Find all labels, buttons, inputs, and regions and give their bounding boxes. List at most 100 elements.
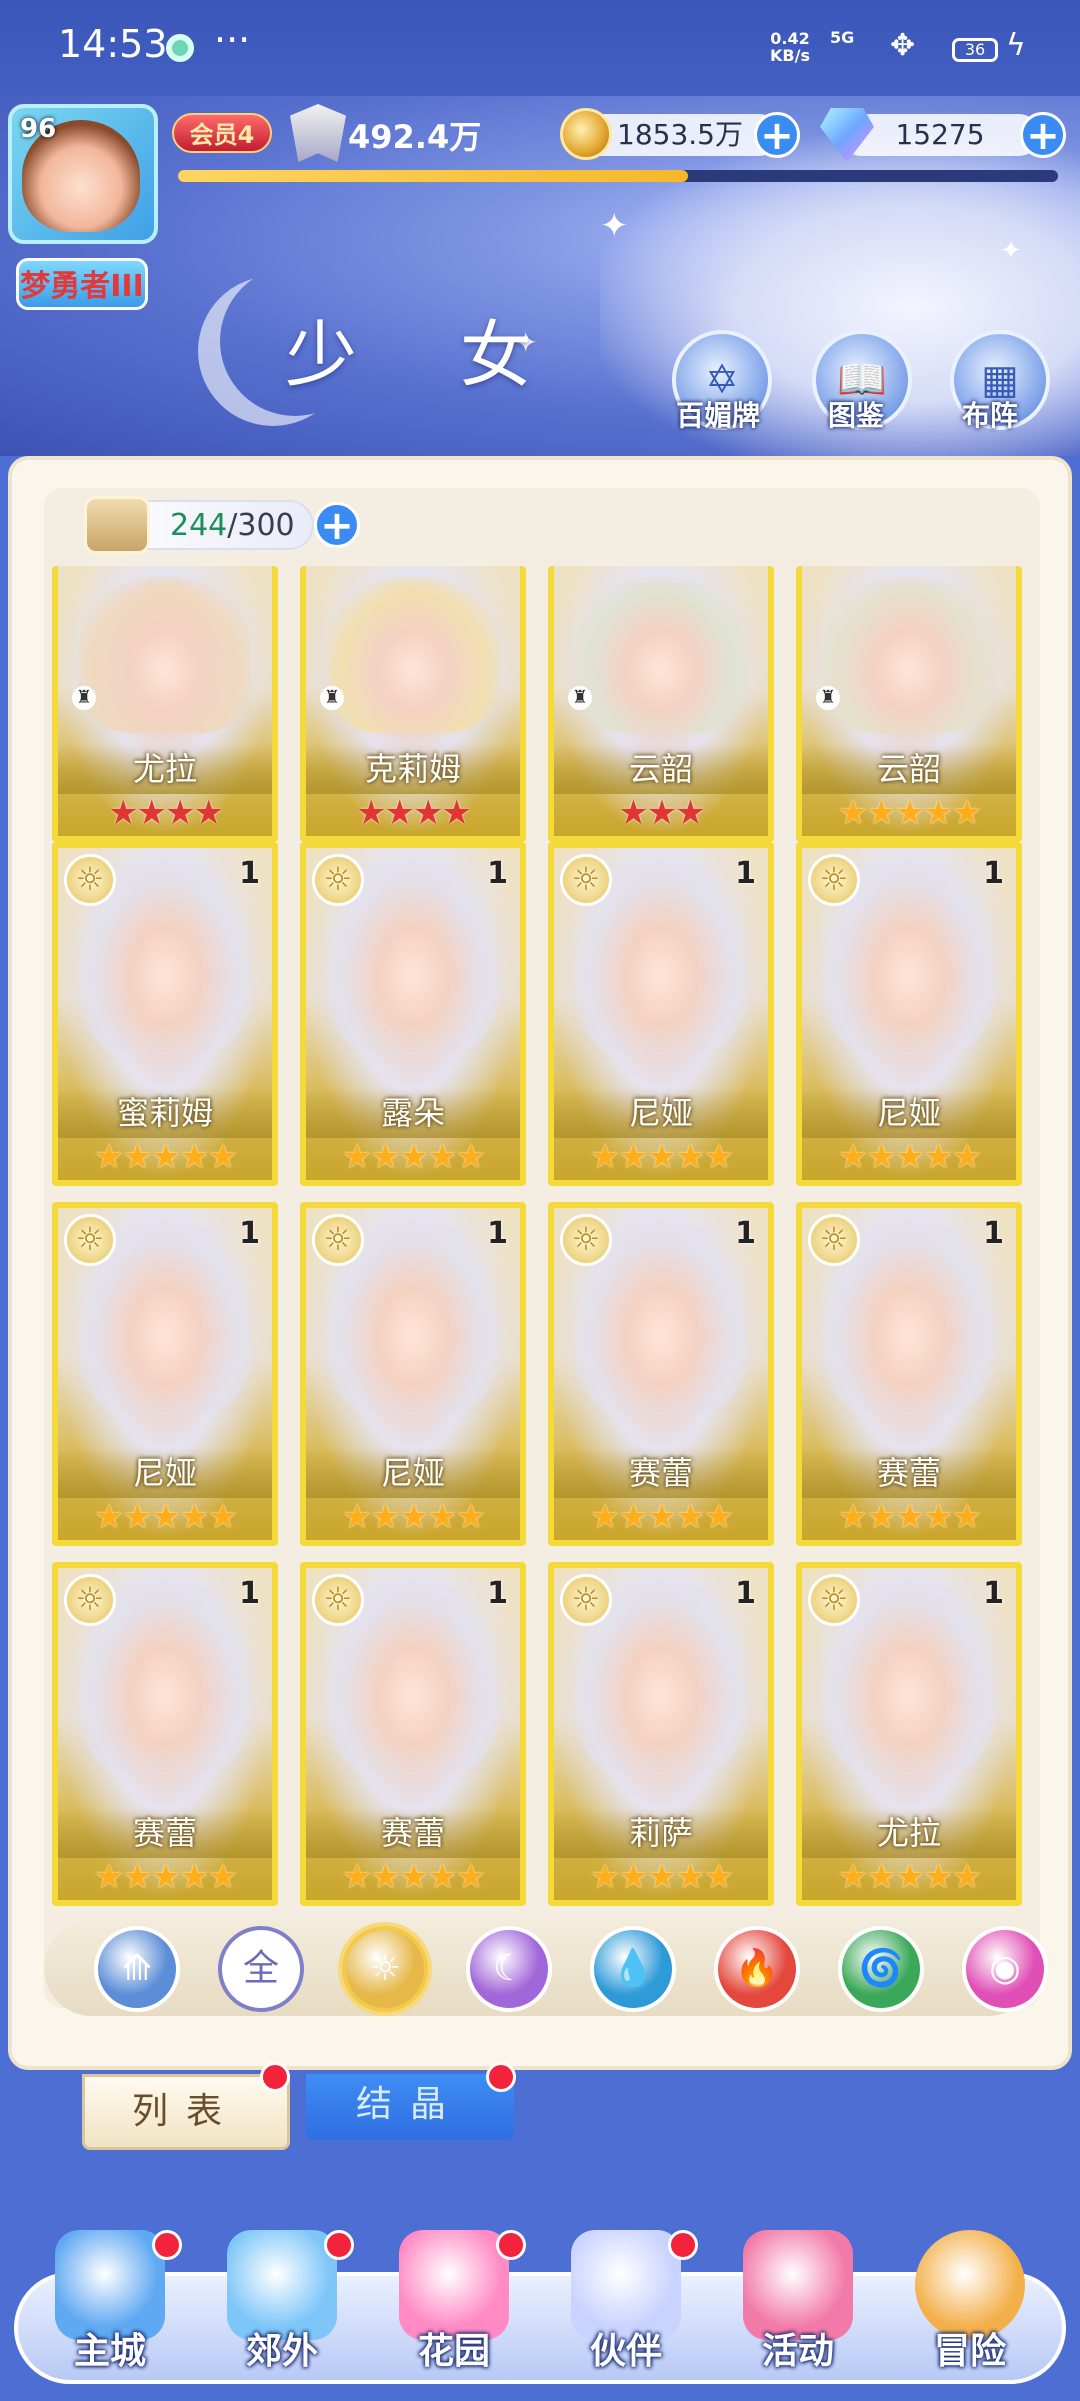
card-name: 赛蕾 xyxy=(58,1808,272,1858)
water-icon: 💧 xyxy=(610,1948,656,1989)
sparkle-icon: ✦ xyxy=(1000,236,1022,266)
status-time: 14:53 xyxy=(58,22,168,66)
character-art xyxy=(823,576,995,734)
partner-card[interactable]: ☼ 1 蜜莉姆 ★★★★★ xyxy=(52,842,278,1186)
partner-card[interactable]: ☼ 1 赛蕾 ★★★★★ xyxy=(548,1202,774,1546)
star-rating: ★★★★★ xyxy=(93,1137,238,1177)
nature-icon: 🌀 xyxy=(858,1948,904,1989)
character-art xyxy=(327,576,499,734)
nav-item-4[interactable]: 活动 xyxy=(718,2230,868,2390)
light-element-icon: ☼ xyxy=(808,1574,860,1626)
star-rating: ★★★★★ xyxy=(341,1857,486,1897)
light-element-icon: ☼ xyxy=(808,1214,860,1266)
star-rating: ★★★★★ xyxy=(837,1857,982,1897)
star-rating: ★★★ xyxy=(618,793,705,833)
inventory-max: /300 xyxy=(227,508,295,543)
card-name: 云韶 xyxy=(554,744,768,794)
card-count: 1 xyxy=(239,856,260,891)
card-count: 1 xyxy=(487,1216,508,1251)
card-count: 1 xyxy=(735,1576,756,1611)
coin-icon xyxy=(560,108,612,160)
nav-label: 郊外 xyxy=(245,2331,318,2372)
card-name: 尤拉 xyxy=(802,1808,1016,1858)
card-name: 克莉姆 xyxy=(306,744,520,794)
rook-icon: ♜ xyxy=(72,686,96,710)
star-rating: ★★★★★ xyxy=(837,793,982,833)
fire-icon: 🔥 xyxy=(734,1948,780,1989)
partner-card[interactable]: ☼ 1 尤拉 ★★★★★ xyxy=(796,1562,1022,1906)
gold-value: 1853.5万 xyxy=(617,118,743,151)
tab-list[interactable]: 列表 xyxy=(82,2074,290,2150)
sparkle-icon: ✦ xyxy=(600,206,629,246)
star-rating: ★★★★★ xyxy=(589,1857,734,1897)
tab-crystal[interactable]: 结晶 xyxy=(306,2074,514,2140)
nav-item-2[interactable]: 花园 xyxy=(374,2230,526,2390)
card-count: 1 xyxy=(487,1576,508,1611)
card-name: 赛蕾 xyxy=(306,1808,520,1858)
notification-dot xyxy=(152,2230,182,2260)
nav-label: 主城 xyxy=(73,2331,146,2372)
filter-moon-button[interactable]: ☾ xyxy=(466,1926,552,2012)
character-art xyxy=(79,576,251,734)
partner-card[interactable]: ☼ 1 赛蕾 ★★★★★ xyxy=(52,1562,278,1906)
card-count: 1 xyxy=(735,1216,756,1251)
nav-item-3[interactable]: 伙伴 xyxy=(546,2230,698,2390)
partner-card[interactable]: ☼ 1 尼娅 ★★★★★ xyxy=(796,842,1022,1186)
partner-card[interactable]: ♜ 云韶 ★★★ xyxy=(548,566,774,842)
partner-card[interactable]: ☼ 1 尼娅 ★★★★★ xyxy=(300,1202,526,1546)
filter-dark-button[interactable]: ◉ xyxy=(962,1926,1048,2012)
player-name[interactable]: 梦勇者III xyxy=(16,258,148,310)
notification-dot xyxy=(324,2230,354,2260)
add-gold-button[interactable]: + xyxy=(754,112,800,158)
filter-label: 全 xyxy=(242,1948,279,1989)
light-element-icon: ☼ xyxy=(560,854,612,906)
card-name: 尤拉 xyxy=(58,744,272,794)
light-element-icon: ☼ xyxy=(808,854,860,906)
light-element-icon: ☼ xyxy=(560,1214,612,1266)
formation-label: 布阵 xyxy=(962,399,1019,432)
vip-badge[interactable]: 会员4 xyxy=(172,113,272,153)
nav-item-1[interactable]: 郊外 xyxy=(202,2230,354,2390)
partner-card[interactable]: ☼ 1 赛蕾 ★★★★★ xyxy=(796,1202,1022,1546)
filter-light-button[interactable]: ☼ xyxy=(342,1926,428,2012)
network-speed: 0.42 KB/s xyxy=(770,29,810,65)
card-name: 露朵 xyxy=(306,1088,520,1138)
inventory-count: 244/300 xyxy=(170,508,295,543)
nav-label: 伙伴 xyxy=(589,2331,662,2372)
rook-icon: ♜ xyxy=(568,686,592,710)
nav-item-5[interactable]: 冒险 xyxy=(890,2230,1040,2390)
add-gems-button[interactable]: + xyxy=(1020,112,1066,158)
charging-icon: ϟ xyxy=(1006,28,1026,63)
dark-icon: ◉ xyxy=(989,1948,1021,1989)
nav-item-0[interactable]: 主城 xyxy=(30,2230,182,2390)
filter-fire-button[interactable]: 🔥 xyxy=(714,1926,800,2012)
partner-card[interactable]: ☼ 1 露朵 ★★★★★ xyxy=(300,842,526,1186)
filter-all-button[interactable]: 全 xyxy=(218,1926,304,2012)
card-count: 1 xyxy=(983,1576,1004,1611)
partner-card[interactable]: ☼ 1 莉萨 ★★★★★ xyxy=(548,1562,774,1906)
partner-card[interactable]: ♜ 云韶 ★★★★★ xyxy=(796,566,1022,842)
partner-card[interactable]: ♜ 克莉姆 ★★★★ xyxy=(300,566,526,842)
expand-inventory-button[interactable]: + xyxy=(314,502,360,548)
light-element-icon: ☼ xyxy=(64,1214,116,1266)
card-name: 尼娅 xyxy=(554,1088,768,1138)
star-rating: ★★★★★ xyxy=(837,1497,982,1537)
partner-card[interactable]: ♜ 尤拉 ★★★★ xyxy=(52,566,278,842)
rook-icon: ♜ xyxy=(320,686,344,710)
rook-icon: ♜ xyxy=(816,686,840,710)
inventory-current: 244 xyxy=(170,508,228,543)
card-name: 赛蕾 xyxy=(802,1448,1016,1498)
star-rating: ★★★★ xyxy=(356,793,472,833)
character-art xyxy=(575,576,747,734)
partner-card[interactable]: ☼ 1 尼娅 ★★★★★ xyxy=(52,1202,278,1546)
partner-card[interactable]: ☼ 1 尼娅 ★★★★★ xyxy=(548,842,774,1186)
nav-label: 冒险 xyxy=(933,2331,1006,2372)
status-bar: 14:53 ··· 0.42 KB/s 5G ✥ 36 ϟ xyxy=(0,0,1080,96)
card-name: 赛蕾 xyxy=(554,1448,768,1498)
partner-card[interactable]: ☼ 1 赛蕾 ★★★★★ xyxy=(300,1562,526,1906)
bag-icon xyxy=(84,496,150,554)
filter-water-button[interactable]: 💧 xyxy=(590,1926,676,2012)
gallery-label: 图鉴 xyxy=(828,399,885,432)
filter-nature-button[interactable]: 🌀 xyxy=(838,1926,924,2012)
filter-wind-button[interactable]: ⟰ xyxy=(94,1926,180,2012)
